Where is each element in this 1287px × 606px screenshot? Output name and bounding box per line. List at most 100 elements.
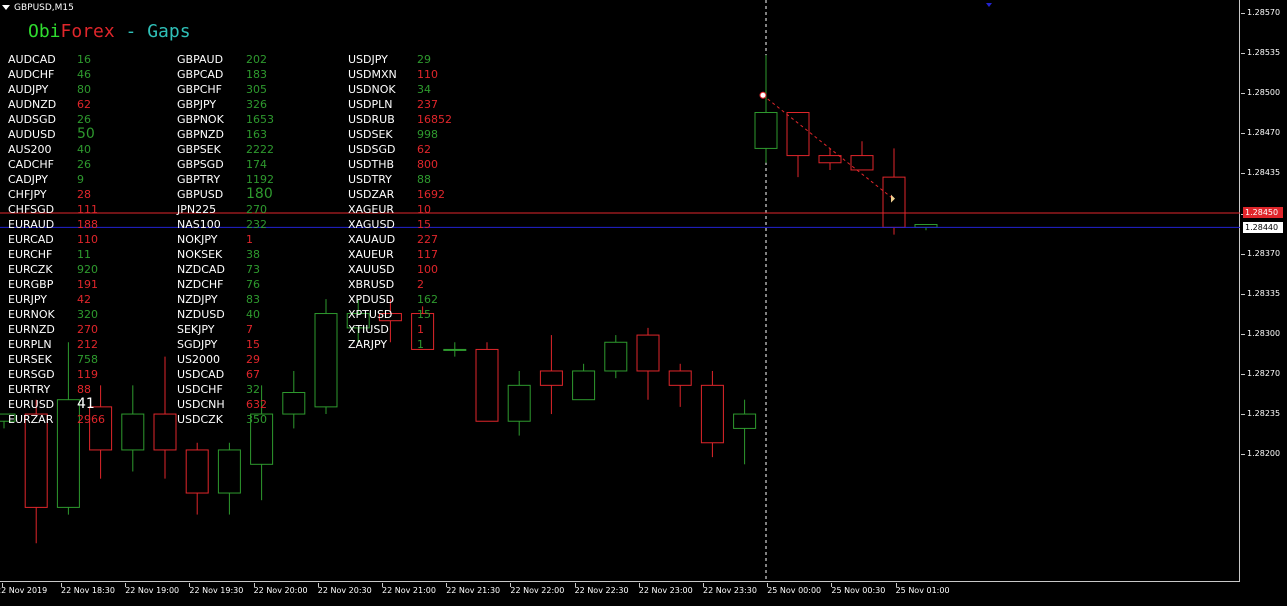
gap-symbol: AUDSGD <box>8 113 57 126</box>
gap-row: EURNOK 320 <box>8 308 168 323</box>
candle <box>539 335 563 415</box>
time-axis[interactable]: 22 Nov 2019 22 Nov 18:30 22 Nov 19:00 22 No… <box>0 583 1240 606</box>
gap-value: 227 <box>417 233 438 246</box>
time-label: 25 Nov 01:00 <box>895 586 950 595</box>
gap-value: 326 <box>246 98 267 111</box>
gap-value: 15 <box>417 308 431 321</box>
gap-symbol: USDMXN <box>348 68 397 81</box>
gaps-column-3: USDJPY 29 USDMXN 110 USDNOK 34 USDPLN 237 USDRUB… <box>348 53 508 353</box>
gap-symbol: XAGEUR <box>348 203 395 216</box>
gap-value: 212 <box>77 338 98 351</box>
gap-value: 1692 <box>417 188 445 201</box>
gap-row: USDNOK 34 <box>348 83 508 98</box>
gap-row: CHFSGD 111 <box>8 203 168 218</box>
gap-value: 1 <box>417 323 424 336</box>
gap-symbol: USDJPY <box>348 53 388 66</box>
time-label: 22 Nov 22:00 <box>510 586 565 595</box>
candle <box>636 327 660 400</box>
gap-row: EURCZK 920 <box>8 263 168 278</box>
gap-row: CHFJPY 28 <box>8 188 168 203</box>
candle-body <box>539 370 563 386</box>
gap-symbol: XAUUSD <box>348 263 395 276</box>
price-label: 1.28235 <box>1247 409 1281 418</box>
gap-symbol: CADCHF <box>8 158 54 171</box>
dropdown-arrow-icon[interactable] <box>2 5 10 10</box>
chart-window-title[interactable]: GBPUSD,M15 <box>2 3 74 13</box>
price-tick <box>1241 53 1245 55</box>
gap-symbol: USDCAD <box>177 368 225 381</box>
gap-value: 80 <box>77 83 91 96</box>
gap-value: 62 <box>77 98 91 111</box>
gap-value: 29 <box>246 353 260 366</box>
gap-value: 11 <box>77 248 91 261</box>
gap-symbol: CADJPY <box>8 173 49 186</box>
gap-value: 2222 <box>246 143 274 156</box>
gap-symbol: AUS200 <box>8 143 52 156</box>
gap-value: 16 <box>77 53 91 66</box>
gap-row: EURCHF 11 <box>8 248 168 263</box>
gap-symbol: USDPLN <box>348 98 393 111</box>
gap-row: EURZAR 2966 <box>8 413 168 428</box>
gap-value: 180 <box>246 186 273 202</box>
gap-row: XTIUSD 1 <box>348 323 508 338</box>
candle <box>786 112 810 178</box>
gap-value: 1653 <box>246 113 274 126</box>
gap-value: 270 <box>246 203 267 216</box>
gap-row: AUDCHF 46 <box>8 68 168 83</box>
candle-body <box>754 112 778 149</box>
price-label: 1.28270 <box>1247 368 1281 378</box>
gap-symbol: AUDUSD <box>8 128 56 141</box>
gap-value: 76 <box>246 278 260 291</box>
future-marker-icon <box>986 3 992 7</box>
gap-symbol: NZDCHF <box>177 278 224 291</box>
gap-row: XBRUSD 2 <box>348 278 508 293</box>
gap-symbol: ZARJPY <box>348 338 388 351</box>
gap-value: 2 <box>417 278 424 291</box>
gap-value: 7 <box>246 323 253 336</box>
gap-row: JPN225 270 <box>177 203 337 218</box>
gap-symbol: EURNOK <box>8 308 55 321</box>
gap-row: EURUSD 41 <box>8 396 168 413</box>
gap-row: GBPCHF 305 <box>177 83 337 98</box>
time-label: 25 Nov 00:30 <box>831 586 886 595</box>
gap-symbol: GBPAUD <box>177 53 224 66</box>
candle <box>700 370 724 458</box>
gap-value: 191 <box>77 278 98 291</box>
candle-body <box>24 413 48 508</box>
gap-symbol: EURAUD <box>8 218 55 231</box>
gap-row: NZDCHF 76 <box>177 278 337 293</box>
gaps-column-2: GBPAUD 202 GBPCAD 183 GBPCHF 305 GBPJPY 326 GBPN… <box>177 53 337 428</box>
trade-open-marker <box>759 91 767 99</box>
gap-value: 42 <box>77 293 91 306</box>
price-tick <box>1241 454 1245 456</box>
gap-value: 110 <box>417 68 438 81</box>
gap-symbol: EURNZD <box>8 323 55 336</box>
gap-row: NZDUSD 40 <box>177 308 337 323</box>
chart-area[interactable]: GBPUSD,M15 ObiForex - Gaps AUDCAD 16 AUDCH… <box>0 0 1240 582</box>
candle-body <box>636 334 660 372</box>
gap-row: GBPJPY 326 <box>177 98 337 113</box>
gap-symbol: GBPCHF <box>177 83 222 96</box>
gap-row: EURCAD 110 <box>8 233 168 248</box>
gap-value: 632 <box>246 398 267 411</box>
gap-symbol: GBPCAD <box>177 68 224 81</box>
gap-value: 83 <box>246 293 260 306</box>
gap-symbol: USDCZK <box>177 413 223 426</box>
gap-value: 67 <box>246 368 260 381</box>
gap-value: 1192 <box>246 173 274 186</box>
gap-row: XPDUSD 162 <box>348 293 508 308</box>
price-label: 1.28370 <box>1247 248 1281 258</box>
gap-value: 16852 <box>417 113 452 126</box>
price-axis[interactable]: 1.28570 1.28535 1.28500 1.28470 1.28435 1.284… <box>1241 0 1287 582</box>
gap-row: EURSEK 758 <box>8 353 168 368</box>
gap-value: 62 <box>417 143 431 156</box>
gap-value: 88 <box>77 383 91 396</box>
gap-value: 88 <box>417 173 431 186</box>
gap-value: 920 <box>77 263 98 276</box>
gap-symbol: US2000 <box>177 353 221 366</box>
gap-symbol: EURSEK <box>8 353 52 366</box>
symbol-title: GBPUSD,M15 <box>14 3 74 13</box>
gap-value: 34 <box>417 83 431 96</box>
gap-value: 758 <box>77 353 98 366</box>
indicator-title: ObiForex - Gaps <box>28 21 191 42</box>
